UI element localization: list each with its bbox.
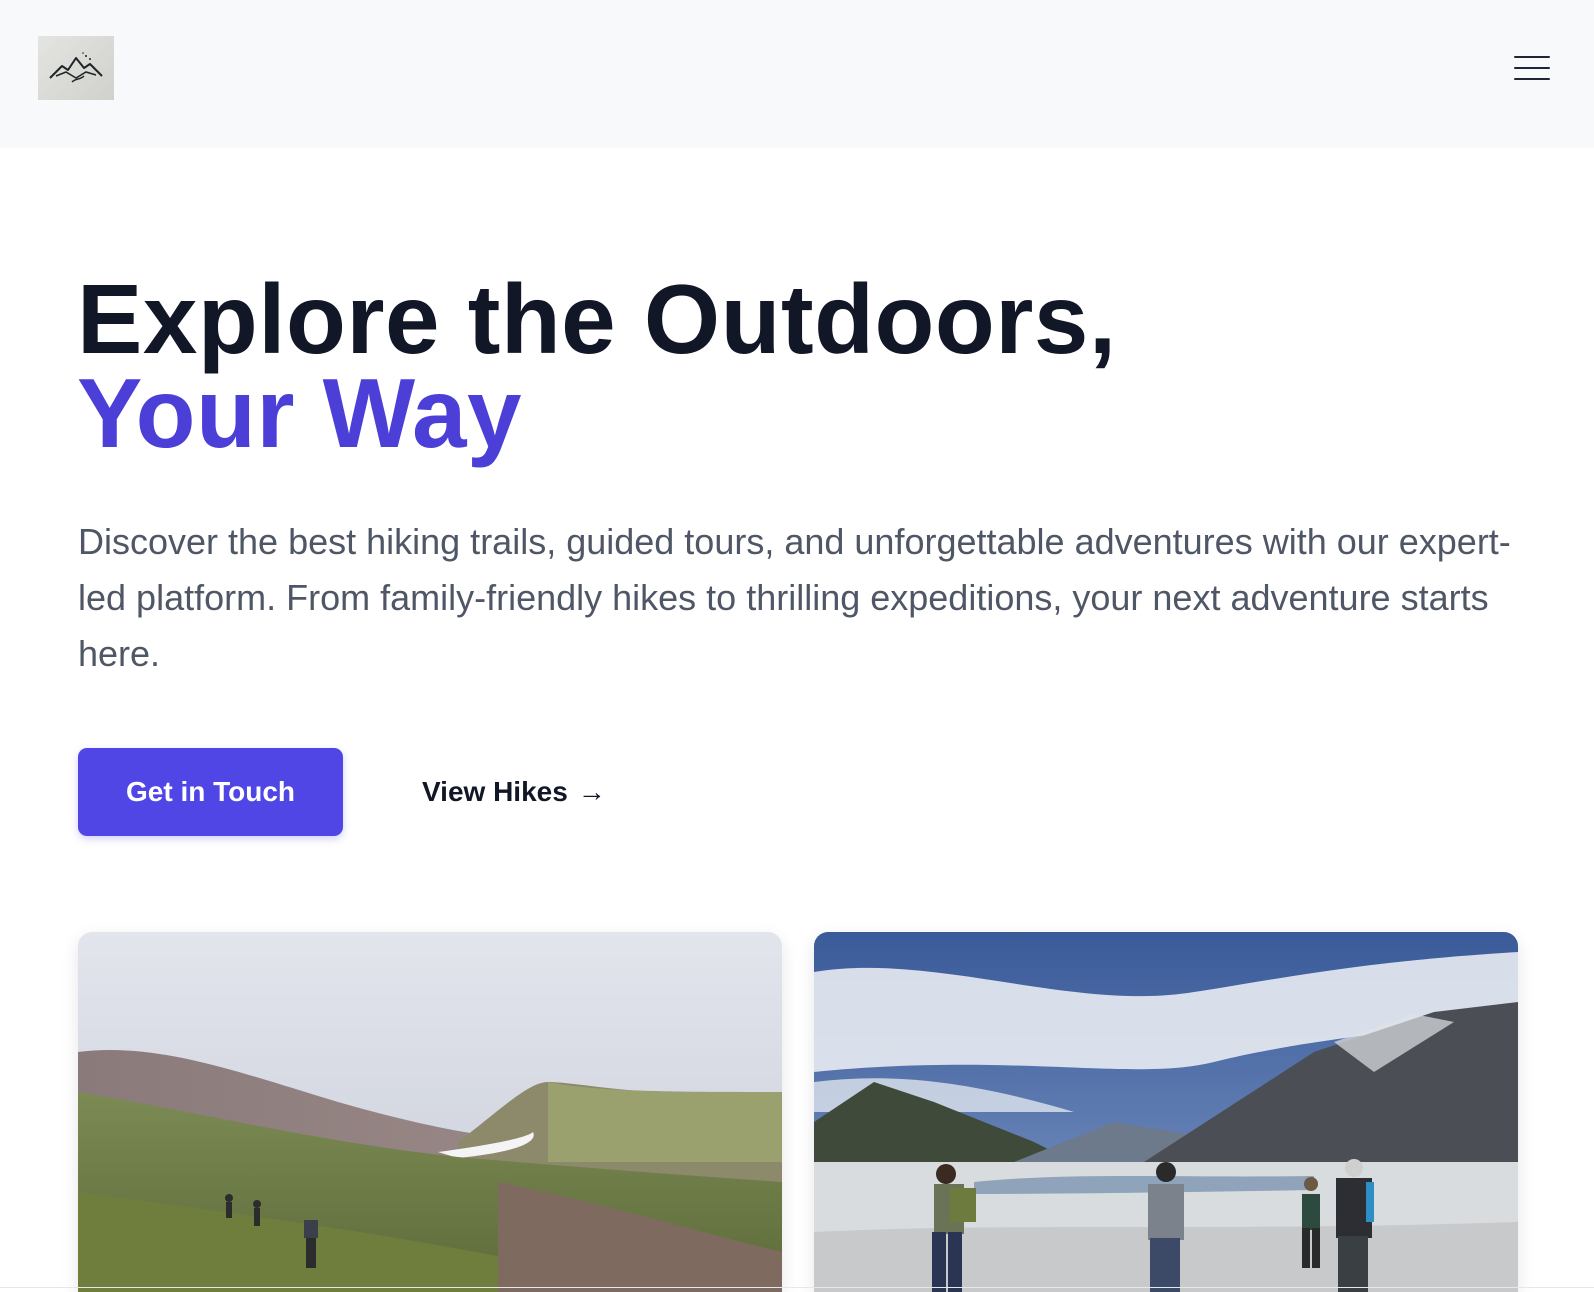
hamburger-menu-icon [1514, 56, 1550, 58]
hero-title-accent: Your Way [77, 358, 523, 468]
get-in-touch-button[interactable]: Get in Touch [78, 748, 343, 836]
site-header [0, 0, 1594, 148]
hero-description: Discover the best hiking trails, guided … [78, 521, 1511, 674]
hamburger-menu-icon-bar [1514, 78, 1550, 80]
arrow-right-icon: → [577, 776, 606, 807]
viewport-divider [0, 1287, 1594, 1288]
site-logo[interactable] [38, 36, 114, 100]
hero-title: Explore the Outdoors, Your Way [77, 270, 1117, 468]
hikers-by-snowy-river-mountains-image [814, 932, 1518, 1292]
gallery-image-river [814, 932, 1518, 1292]
view-hikes-label: View Hikes [422, 776, 568, 807]
hikers-on-green-hillside-image [78, 932, 782, 1292]
view-hikes-link[interactable]: View Hikes → [422, 768, 606, 816]
gallery-image-hillside [78, 932, 782, 1292]
hamburger-menu-icon-bar [1514, 67, 1550, 69]
menu-button[interactable] [1512, 52, 1552, 84]
mountain-logo-icon [49, 52, 103, 83]
